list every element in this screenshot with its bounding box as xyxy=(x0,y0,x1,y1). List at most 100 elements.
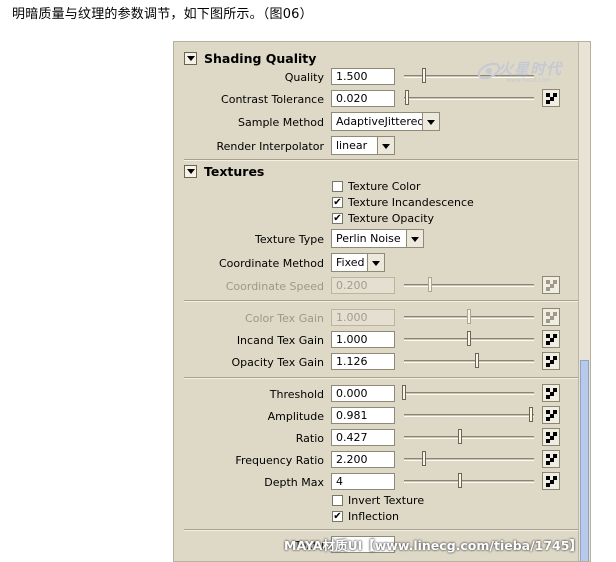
threshold-label: Threshold xyxy=(269,388,324,401)
slider-knob[interactable] xyxy=(402,385,406,400)
coordinate-method-label: Coordinate Method xyxy=(218,257,324,270)
collapse-arrow-icon[interactable] xyxy=(184,164,197,178)
scrollbar-thumb[interactable] xyxy=(580,360,589,561)
slider-knob[interactable] xyxy=(457,429,462,444)
invert-texture-label: Invert Texture xyxy=(348,494,425,507)
watermark-text: MAYA材质UI【www.linecg.com/tieba/1745】 xyxy=(284,538,582,553)
texture-color-label: Texture Color xyxy=(348,180,421,193)
opacity-tex-gain-slider[interactable] xyxy=(404,353,534,368)
map-button-icon[interactable] xyxy=(542,330,560,348)
depth-max-slider[interactable] xyxy=(404,473,534,488)
frequency-ratio-field[interactable]: 2.200 xyxy=(331,451,395,468)
frequency-ratio-label: Frequency Ratio xyxy=(235,454,324,467)
chevron-down-icon[interactable] xyxy=(406,230,423,247)
section-title: Shading Quality xyxy=(204,50,317,66)
coordinate-speed-slider[interactable] xyxy=(404,277,534,292)
map-button-icon[interactable] xyxy=(542,308,560,326)
map-button-icon[interactable] xyxy=(542,384,560,402)
sample-method-dropdown[interactable]: AdaptiveJittered xyxy=(331,112,440,131)
map-button-icon[interactable] xyxy=(542,276,560,294)
map-button-icon[interactable] xyxy=(542,450,560,468)
checkbox-icon[interactable] xyxy=(332,495,343,506)
map-button-icon[interactable] xyxy=(542,428,560,446)
threshold-field[interactable]: 0.000 xyxy=(331,385,395,402)
texture-incandescence-label: Texture Incandescence xyxy=(348,196,474,209)
depth-max-label: Depth Max xyxy=(264,476,324,489)
slider-knob[interactable] xyxy=(457,473,462,488)
map-button-icon[interactable] xyxy=(542,406,560,424)
checkbox-icon[interactable]: ✔ xyxy=(332,197,343,208)
checkbox-icon[interactable] xyxy=(332,181,343,192)
texture-type-label: Texture Type xyxy=(254,233,324,246)
map-button-icon[interactable] xyxy=(542,472,560,490)
render-interpolator-value: linear xyxy=(336,139,368,152)
checkbox-icon[interactable]: ✔ xyxy=(332,213,343,224)
ratio-label: Ratio xyxy=(295,432,324,445)
section-title: Textures xyxy=(204,163,265,179)
coordinate-method-value: Fixed xyxy=(336,256,365,269)
inflection-checkbox[interactable]: ✔ Inflection xyxy=(332,510,399,523)
coordinate-speed-label: Coordinate Speed xyxy=(225,280,324,293)
section-shading-quality[interactable]: Shading Quality xyxy=(184,49,316,67)
checkbox-icon[interactable]: ✔ xyxy=(332,511,343,522)
hxsd-logo: 火星时代 www.hxsd.com xyxy=(476,56,590,86)
coordinate-speed-field[interactable]: 0.200 xyxy=(331,277,395,294)
map-button-icon[interactable] xyxy=(542,352,560,370)
texture-opacity-label: Texture Opacity xyxy=(348,212,435,225)
render-interpolator-label: Render Interpolator xyxy=(216,140,324,153)
ratio-slider[interactable] xyxy=(404,429,534,444)
amplitude-field[interactable]: 0.981 xyxy=(331,407,395,424)
slider-knob[interactable] xyxy=(474,353,479,368)
amplitude-slider[interactable] xyxy=(404,407,534,422)
color-tex-gain-field[interactable]: 1.000 xyxy=(331,309,395,326)
collapse-arrow-icon[interactable] xyxy=(184,51,197,65)
texture-incandescence-checkbox[interactable]: ✔ Texture Incandescence xyxy=(332,196,474,209)
incand-tex-gain-field[interactable]: 1.000 xyxy=(331,331,395,348)
quality-label: Quality xyxy=(284,71,324,84)
inflection-label: Inflection xyxy=(348,510,400,523)
threshold-slider[interactable] xyxy=(402,385,534,400)
section-textures[interactable]: Textures xyxy=(184,162,264,180)
quality-field[interactable]: 1.500 xyxy=(331,68,395,85)
render-interpolator-dropdown[interactable]: linear xyxy=(331,136,395,155)
color-tex-gain-label: Color Tex Gain xyxy=(245,312,324,325)
vertical-scrollbar[interactable] xyxy=(578,42,590,561)
logo-text: 火星时代 xyxy=(498,60,563,78)
section-divider xyxy=(184,377,580,379)
invert-texture-checkbox[interactable]: Invert Texture xyxy=(332,494,424,507)
caption-text: 明暗质量与纹理的参数调节，如下图所示。（图06） xyxy=(12,7,313,22)
section-divider xyxy=(184,300,580,302)
chevron-down-icon[interactable] xyxy=(422,113,439,130)
incand-tex-gain-slider[interactable] xyxy=(404,331,534,346)
slider-knob[interactable] xyxy=(404,90,409,105)
incand-tex-gain-label: Incand Tex Gain xyxy=(236,334,324,347)
frequency-ratio-slider[interactable] xyxy=(404,451,534,466)
texture-type-value: Perlin Noise xyxy=(336,232,401,245)
contrast-tolerance-label: Contrast Tolerance xyxy=(221,93,324,106)
texture-type-dropdown[interactable]: Perlin Noise xyxy=(331,229,424,248)
logo-url: www.hxsd.com xyxy=(506,77,552,84)
slider-knob[interactable] xyxy=(467,331,471,346)
slider-knob[interactable] xyxy=(428,277,432,292)
section-divider xyxy=(184,159,580,161)
slider-knob[interactable] xyxy=(421,68,426,83)
chevron-down-icon[interactable] xyxy=(377,137,394,154)
sample-method-value: AdaptiveJittered xyxy=(336,115,425,128)
chevron-down-icon[interactable] xyxy=(367,254,384,271)
slider-knob[interactable] xyxy=(467,309,471,324)
contrast-tolerance-slider[interactable] xyxy=(404,90,534,105)
coordinate-method-dropdown[interactable]: Fixed xyxy=(331,253,385,272)
ratio-field[interactable]: 0.427 xyxy=(331,429,395,446)
contrast-tolerance-field[interactable]: 0.020 xyxy=(331,90,395,107)
opacity-tex-gain-label: Opacity Tex Gain xyxy=(231,356,324,369)
opacity-tex-gain-field[interactable]: 1.126 xyxy=(331,353,395,370)
amplitude-label: Amplitude xyxy=(267,410,324,423)
color-tex-gain-slider[interactable] xyxy=(404,309,534,324)
map-button-icon[interactable] xyxy=(542,89,560,107)
slider-knob[interactable] xyxy=(529,407,534,422)
sample-method-label: Sample Method xyxy=(238,116,324,129)
depth-max-field[interactable]: 4 xyxy=(331,473,395,490)
texture-color-checkbox[interactable]: Texture Color xyxy=(332,180,420,193)
slider-knob[interactable] xyxy=(421,451,426,466)
texture-opacity-checkbox[interactable]: ✔ Texture Opacity xyxy=(332,212,434,225)
